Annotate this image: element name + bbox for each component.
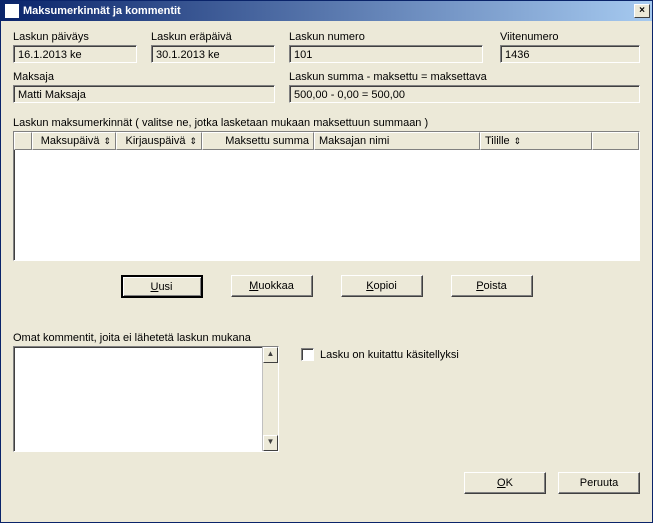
grid-col-payer[interactable]: Maksajan nimi xyxy=(314,132,480,150)
grid-col-select[interactable] xyxy=(14,132,32,150)
scroll-up-button[interactable]: ▲ xyxy=(263,347,278,363)
processed-checkbox[interactable] xyxy=(301,348,314,361)
ref-label: Viitenumero xyxy=(500,31,640,43)
processed-checkbox-label: Lasku on kuitattu käsitellyksi xyxy=(320,349,459,361)
ok-button[interactable]: OK xyxy=(464,472,546,494)
cancel-label: Peruuta xyxy=(580,477,619,489)
col-label: Maksettu summa xyxy=(225,135,309,147)
sum-value: 500,00 - 0,00 = 500,00 xyxy=(289,85,640,103)
scroll-down-button[interactable]: ▼ xyxy=(263,435,278,451)
grid-header: Maksupäivä ⇕ Kirjauspäivä ⇕ Maksettu sum… xyxy=(14,132,639,150)
cancel-button[interactable]: Peruuta xyxy=(558,472,640,494)
due-value: 30.1.2013 ke xyxy=(151,45,275,63)
edit-button[interactable]: Muokkaa xyxy=(231,275,313,297)
scrollbar[interactable]: ▲ ▼ xyxy=(262,347,278,451)
window-title: Maksumerkinnät ja kommentit xyxy=(23,5,181,17)
titlebar: Maksumerkinnät ja kommentit × xyxy=(1,1,652,21)
sort-icon: ⇕ xyxy=(514,137,522,146)
col-label: Tilille xyxy=(485,135,510,147)
payer-value: Matti Maksaja xyxy=(13,85,275,103)
grid-col-bookdate[interactable]: Kirjauspäivä ⇕ xyxy=(116,132,202,150)
num-label: Laskun numero xyxy=(289,31,486,43)
grid-col-spacer xyxy=(592,132,639,150)
window: Maksumerkinnät ja kommentit × Laskun päi… xyxy=(0,0,653,523)
date-value: 16.1.2013 ke xyxy=(13,45,137,63)
col-label: Kirjauspäivä xyxy=(126,135,186,147)
col-label: Maksajan nimi xyxy=(319,135,389,147)
close-button[interactable]: × xyxy=(634,4,650,18)
ref-value: 1436 xyxy=(500,45,640,63)
date-label: Laskun päiväys xyxy=(13,31,137,43)
payer-label: Maksaja xyxy=(13,71,275,83)
grid-caption: Laskun maksumerkinnät ( valitse ne, jotk… xyxy=(13,117,640,129)
comments-textarea[interactable]: ▲ ▼ xyxy=(13,346,279,452)
grid-col-paydate[interactable]: Maksupäivä ⇕ xyxy=(32,132,116,150)
sort-icon: ⇕ xyxy=(189,137,197,146)
grid-col-account[interactable]: Tilille ⇕ xyxy=(480,132,592,150)
due-label: Laskun eräpäivä xyxy=(151,31,275,43)
app-icon xyxy=(5,4,19,18)
sum-label: Laskun summa - maksettu = maksettava xyxy=(289,71,640,83)
new-button[interactable]: Uusi xyxy=(121,275,203,298)
col-label: Maksupäivä xyxy=(41,135,100,147)
grid-col-amount[interactable]: Maksettu summa xyxy=(202,132,314,150)
num-value: 101 xyxy=(289,45,483,63)
delete-button[interactable]: Poista xyxy=(451,275,533,297)
payments-grid[interactable]: Maksupäivä ⇕ Kirjauspäivä ⇕ Maksettu sum… xyxy=(13,131,640,261)
sort-icon: ⇕ xyxy=(103,137,111,146)
copy-button[interactable]: Kopioi xyxy=(341,275,423,297)
comments-label: Omat kommentit, joita ei lähetetä laskun… xyxy=(13,332,640,344)
